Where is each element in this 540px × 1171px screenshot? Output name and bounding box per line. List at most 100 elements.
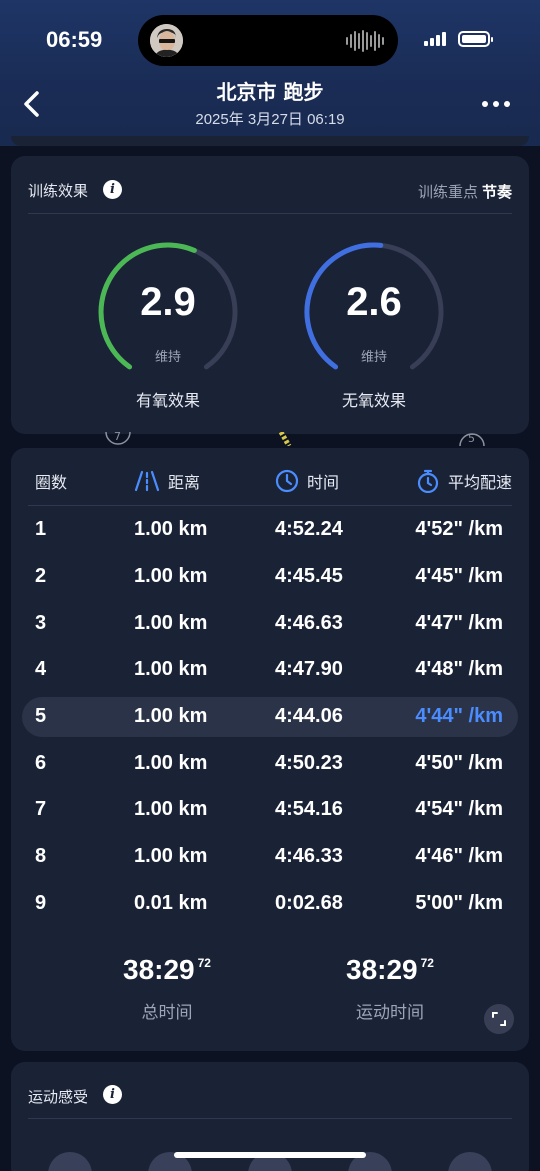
- total-time-summary: 38:29 72 总时间: [67, 954, 267, 1023]
- exercise-feel-title: 运动感受: [28, 1088, 89, 1106]
- map-marker-right: 5: [458, 432, 486, 447]
- lap-time: 0:02.68: [275, 892, 343, 914]
- lap-pace: 4'44" /km: [415, 705, 503, 727]
- expand-button[interactable]: [484, 1004, 514, 1034]
- anaerobic-gauge[interactable]: 2.6 维持: [299, 242, 449, 372]
- map-marker-right-label: 5: [468, 432, 475, 445]
- home-indicator: [174, 1152, 366, 1158]
- table-row: 1 1.00 km 4:52.24 4'52" /km: [11, 510, 529, 550]
- aerobic-name: 有氧效果: [135, 391, 200, 410]
- lap-distance: 1.00 km: [134, 612, 208, 634]
- training-focus-value: 节奏: [481, 183, 512, 201]
- lap-distance: 1.00 km: [134, 565, 208, 587]
- lap-number: 3: [35, 612, 47, 634]
- expand-icon: [492, 1012, 506, 1026]
- map-marker-left-label: 7: [114, 430, 121, 443]
- col-header-time: 时间: [275, 468, 339, 494]
- page-title: 北京市 跑步: [216, 80, 324, 104]
- table-row: 4 1.00 km 4:47.90 4'48" /km: [11, 650, 529, 690]
- lap-time: 4:44.06: [275, 705, 343, 727]
- info-icon[interactable]: i: [103, 1085, 122, 1104]
- divider: [28, 505, 512, 506]
- aerobic-value: 2.9: [140, 280, 196, 324]
- aerobic-level: 维持: [154, 350, 181, 365]
- lap-number: 6: [35, 752, 47, 774]
- info-icon[interactable]: i: [103, 180, 122, 199]
- lap-distance: 1.00 km: [134, 518, 208, 540]
- total-time-label: 总时间: [141, 1003, 193, 1023]
- divider: [28, 213, 512, 214]
- anaerobic-level: 维持: [360, 350, 387, 365]
- aerobic-gauge[interactable]: 2.9 维持: [93, 242, 243, 372]
- lap-distance: 1.00 km: [134, 798, 208, 820]
- previous-card-edge: [11, 136, 529, 146]
- anaerobic-name: 无氧效果: [341, 391, 406, 410]
- dynamic-island[interactable]: [138, 15, 398, 66]
- lap-time: 4:46.33: [275, 845, 343, 867]
- training-focus-label: 训练重点: [417, 183, 478, 201]
- status-icons: [424, 31, 493, 47]
- lap-distance: 1.00 km: [134, 752, 208, 774]
- lap-pace: 4'50" /km: [415, 752, 503, 774]
- table-row-fastest: 5 1.00 km 4:44.06 4'44" /km: [22, 697, 518, 737]
- lap-pace: 5'00" /km: [415, 892, 503, 914]
- stopwatch-icon: [417, 469, 439, 493]
- lap-time: 4:52.24: [275, 518, 343, 540]
- col-header-time-label: 时间: [307, 473, 340, 492]
- lap-time: 4:46.63: [275, 612, 343, 634]
- lap-distance: 1.00 km: [134, 705, 208, 727]
- lap-distance: 1.00 km: [134, 845, 208, 867]
- table-row: 3 1.00 km 4:46.63 4'47" /km: [11, 604, 529, 644]
- lap-number: 1: [35, 518, 47, 540]
- lap-distance: 1.00 km: [134, 658, 208, 680]
- header-bar: 06:59 北京市 跑步 2025年 3月27日 06:19: [0, 0, 540, 146]
- table-row: 6 1.00 km 4:50.23 4'50" /km: [11, 744, 529, 784]
- training-effect-card: 训练效果 i 训练重点 节奏 2.9 维持 有氧效果 2.6 维持 无氧效果: [11, 156, 529, 434]
- lap-distance: 0.01 km: [134, 892, 208, 914]
- map-marker-left: 7: [104, 430, 132, 446]
- divider: [28, 1118, 512, 1119]
- lap-pace: 4'54" /km: [415, 798, 503, 820]
- laps-card: 圈数 距离 时间 平均配速 1 1.00 km 4:52.24 4'52" /k…: [11, 448, 529, 1051]
- col-header-lap: 圈数: [35, 468, 67, 494]
- lap-pace: 4'45" /km: [415, 565, 503, 587]
- route-line: [278, 430, 293, 448]
- lap-number: 4: [35, 658, 47, 680]
- moving-time-summary: 38:29 72 运动时间: [290, 954, 490, 1023]
- col-header-pace-label: 平均配速: [447, 473, 512, 492]
- table-row: 8 1.00 km 4:46.33 4'46" /km: [11, 837, 529, 877]
- total-time-value: 38:29 72: [123, 954, 211, 985]
- page-subtitle: 2025年 3月27日 06:19: [195, 111, 345, 128]
- lap-time: 4:50.23: [275, 752, 343, 774]
- table-row: 9 0.01 km 0:02.68 5'00" /km: [11, 884, 529, 924]
- lap-time: 4:47.90: [275, 658, 343, 680]
- lap-time: 4:45.45: [275, 565, 343, 587]
- lap-pace: 4'46" /km: [415, 845, 503, 867]
- training-effect-title: 训练效果: [28, 182, 89, 200]
- anaerobic-value: 2.6: [346, 280, 402, 324]
- table-row: 2 1.00 km 4:45.45 4'45" /km: [11, 557, 529, 597]
- battery-icon: [458, 31, 493, 47]
- lap-pace: 4'47" /km: [415, 612, 503, 634]
- clock-icon: [275, 469, 299, 493]
- lap-number: 9: [35, 892, 47, 914]
- more-dots-icon: [482, 101, 488, 107]
- lap-pace: 4'52" /km: [415, 518, 503, 540]
- col-header-pace: 平均配速: [416, 468, 512, 494]
- audio-wave-icon: [346, 30, 384, 52]
- lap-number: 2: [35, 565, 47, 587]
- signal-icon: [424, 32, 446, 46]
- lap-pace: 4'48" /km: [415, 658, 503, 680]
- distance-icon: [134, 470, 160, 492]
- lap-number: 8: [35, 845, 47, 867]
- col-header-distance-label: 距离: [168, 473, 201, 492]
- col-header-lap-label: 圈数: [35, 473, 68, 492]
- lap-number: 5: [35, 705, 47, 727]
- lap-number: 7: [35, 798, 47, 820]
- col-header-distance: 距离: [134, 468, 200, 494]
- avatar: [150, 24, 183, 57]
- more-options-button[interactable]: [482, 101, 510, 107]
- table-row: 7 1.00 km 4:54.16 4'54" /km: [11, 790, 529, 830]
- lap-time: 4:54.16: [275, 798, 343, 820]
- moving-time-value: 38:29 72: [346, 954, 434, 985]
